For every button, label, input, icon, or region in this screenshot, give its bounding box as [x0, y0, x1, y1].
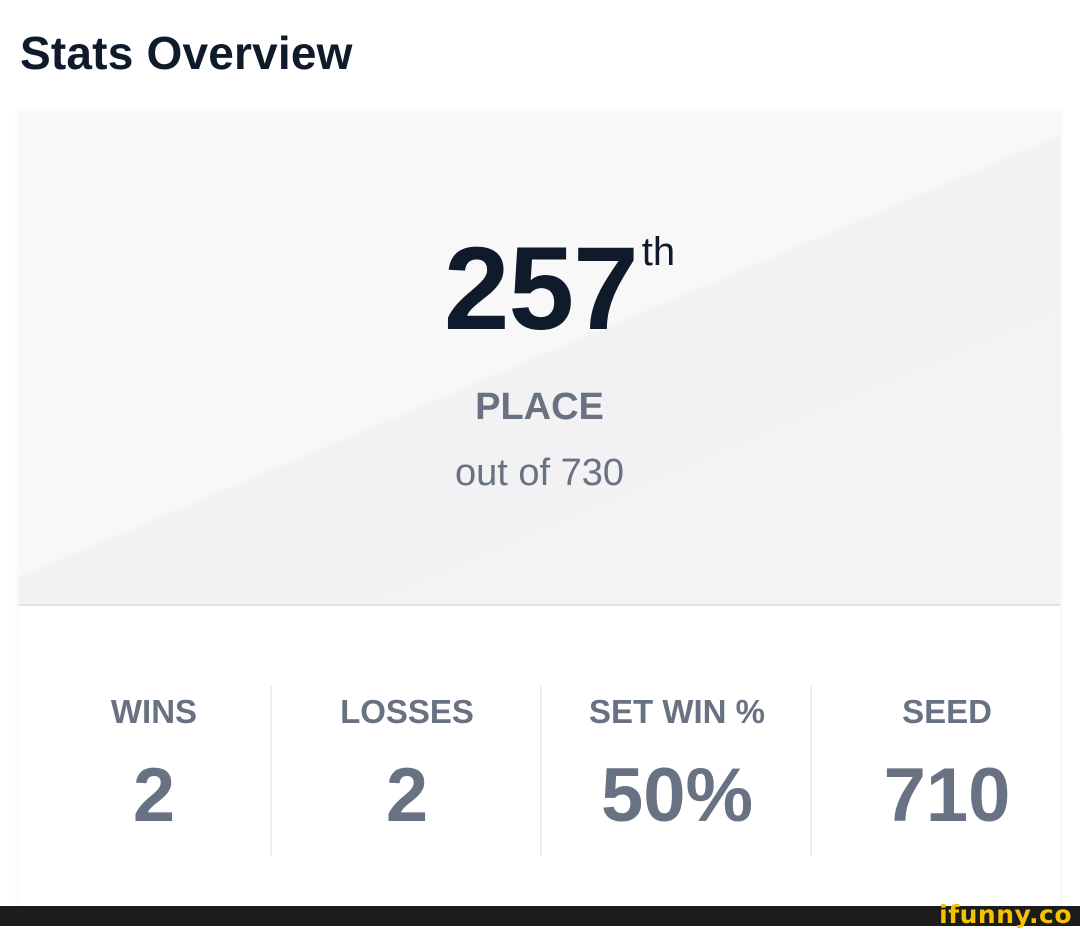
stat-wins: WINS 2	[19, 686, 289, 856]
stat-seed: SEED 710	[810, 686, 1080, 856]
rank-suffix: th	[641, 230, 676, 274]
stats-row: WINS 2 LOSSES 2 SET WIN % 50% SEED 710	[19, 686, 1060, 856]
page-title: Stats Overview	[20, 27, 353, 79]
stat-label: SEED	[902, 693, 992, 730]
watermark-logo: ifunny.co	[939, 900, 1072, 929]
stat-value: 50%	[600, 753, 754, 838]
placement-panel: 257th PLACE out of 730	[19, 112, 1060, 606]
stats-card: 257th PLACE out of 730 WINS 2 LOSSES 2 S…	[19, 112, 1060, 907]
place-label: PLACE	[475, 386, 604, 428]
stat-label: WINS	[110, 693, 198, 730]
stat-value: 2	[132, 753, 176, 838]
stat-value: 2	[385, 753, 429, 838]
stat-set-win-percent: SET WIN % 50%	[540, 686, 812, 856]
rank-number: 257	[443, 223, 639, 355]
watermark-bar: ifunny.co	[0, 902, 1080, 928]
stat-label: SET WIN %	[588, 693, 765, 730]
stat-value: 710	[883, 753, 1011, 838]
stat-losses: LOSSES 2	[270, 686, 542, 856]
rank-display: 257th	[19, 230, 1060, 348]
total-entrants-label: out of 730	[454, 452, 625, 494]
stat-label: LOSSES	[340, 693, 474, 730]
